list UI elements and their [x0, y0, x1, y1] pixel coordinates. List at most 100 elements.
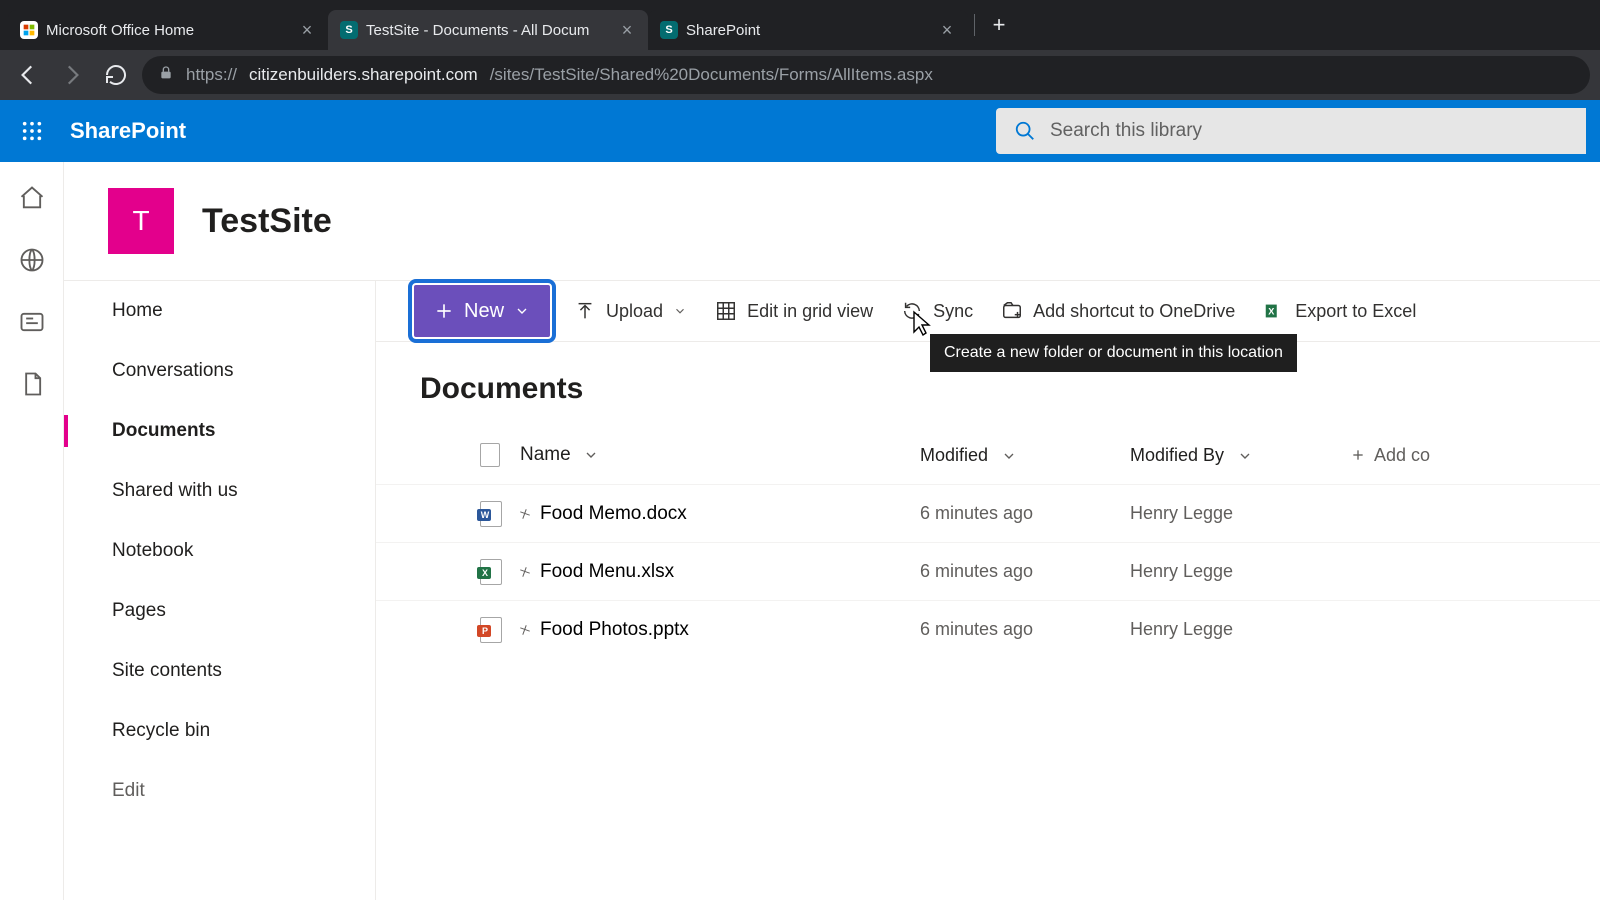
close-icon[interactable]: ×	[938, 21, 956, 39]
table-row[interactable]: W Food Memo.docx 6 minutes ago Henry Leg…	[376, 484, 1600, 542]
back-button[interactable]	[10, 57, 46, 93]
globe-icon[interactable]	[18, 246, 46, 274]
export-excel-button[interactable]: X Export to Excel	[1259, 300, 1420, 322]
new-button-tooltip: Create a new folder or document in this …	[930, 334, 1297, 372]
new-indicator-icon	[520, 509, 530, 519]
grid-icon	[715, 300, 737, 322]
new-indicator-icon	[520, 625, 530, 635]
upload-icon	[574, 300, 596, 322]
browser-tab-strip: Microsoft Office Home × S TestSite - Doc…	[0, 0, 1600, 50]
url-input[interactable]: https:// citizenbuilders.sharepoint.com/s…	[142, 56, 1590, 94]
search-placeholder: Search this library	[1050, 120, 1202, 142]
close-icon[interactable]: ×	[618, 21, 636, 39]
new-button[interactable]: New	[414, 285, 550, 337]
add-column-label: Add co	[1374, 445, 1430, 466]
column-label: Modified	[920, 445, 988, 465]
nav-edit-link[interactable]: Edit	[64, 761, 375, 821]
left-navigation: Home Conversations Documents Shared with…	[64, 280, 376, 900]
url-host: citizenbuilders.sharepoint.com	[249, 65, 478, 85]
suite-bar: SharePoint Search this library	[0, 100, 1600, 162]
lock-icon	[158, 65, 174, 86]
nav-item-recycle-bin[interactable]: Recycle bin	[64, 701, 375, 761]
column-label: Modified By	[1130, 445, 1224, 465]
search-box[interactable]: Search this library	[996, 108, 1586, 154]
tab-title: TestSite - Documents - All Docum	[366, 22, 610, 39]
table-row[interactable]: P Food Photos.pptx 6 minutes ago Henry L…	[376, 600, 1600, 658]
home-icon[interactable]	[18, 184, 46, 212]
modified-by-value[interactable]: Henry Legge	[1130, 503, 1350, 524]
column-header-name[interactable]: Name	[520, 444, 920, 466]
site-title[interactable]: TestSite	[202, 202, 332, 241]
upload-button[interactable]: Upload	[570, 300, 691, 322]
table-row[interactable]: X Food Menu.xlsx 6 minutes ago Henry Leg…	[376, 542, 1600, 600]
chevron-down-icon	[514, 303, 530, 319]
file-name[interactable]: Food Menu.xlsx	[540, 561, 674, 583]
column-header-modified-by[interactable]: Modified By	[1130, 445, 1350, 466]
files-icon[interactable]	[18, 370, 46, 398]
tab-title: Microsoft Office Home	[46, 22, 290, 39]
file-name[interactable]: Food Memo.docx	[540, 503, 687, 525]
excel-icon: X	[1263, 300, 1285, 322]
site-header: T TestSite	[64, 162, 1600, 280]
word-file-icon: W	[480, 501, 502, 527]
file-icon	[480, 443, 500, 467]
nav-item-documents[interactable]: Documents	[64, 401, 375, 461]
modified-by-value[interactable]: Henry Legge	[1130, 561, 1350, 582]
modified-value: 6 minutes ago	[920, 503, 1130, 524]
browser-tab[interactable]: Microsoft Office Home ×	[8, 10, 328, 50]
favicon-icon: S	[660, 21, 678, 39]
suite-product-name[interactable]: SharePoint	[70, 118, 186, 144]
nav-item-shared-with-us[interactable]: Shared with us	[64, 461, 375, 521]
site-logo-tile[interactable]: T	[108, 188, 174, 254]
modified-by-value[interactable]: Henry Legge	[1130, 619, 1350, 640]
new-button-label: New	[464, 300, 504, 323]
app-launcher-button[interactable]	[14, 113, 50, 149]
favicon-icon: S	[340, 21, 358, 39]
add-column-button[interactable]: Add co	[1350, 445, 1430, 466]
chevron-down-icon	[1001, 448, 1017, 464]
edit-grid-label: Edit in grid view	[747, 301, 873, 322]
file-name[interactable]: Food Photos.pptx	[540, 619, 689, 641]
edit-grid-button[interactable]: Edit in grid view	[711, 300, 877, 322]
sync-label: Sync	[933, 301, 973, 322]
excel-file-icon: X	[480, 559, 502, 585]
reload-button[interactable]	[98, 57, 134, 93]
export-label: Export to Excel	[1295, 301, 1416, 322]
new-tab-button[interactable]: +	[981, 7, 1017, 43]
document-list: Name Modified Modified By	[376, 426, 1600, 658]
url-path: /sites/TestSite/Shared%20Documents/Forms…	[490, 65, 933, 85]
favicon-icon	[20, 21, 38, 39]
forward-button[interactable]	[54, 57, 90, 93]
svg-text:X: X	[1268, 307, 1275, 317]
sync-button[interactable]: Sync	[897, 300, 977, 322]
modified-value: 6 minutes ago	[920, 619, 1130, 640]
column-header-modified[interactable]: Modified	[920, 445, 1130, 466]
nav-item-conversations[interactable]: Conversations	[64, 341, 375, 401]
url-scheme: https://	[186, 65, 237, 85]
modified-value: 6 minutes ago	[920, 561, 1130, 582]
browser-tab[interactable]: S TestSite - Documents - All Docum ×	[328, 10, 648, 50]
filetype-header[interactable]	[480, 443, 520, 467]
plus-icon	[434, 301, 454, 321]
nav-item-pages[interactable]: Pages	[64, 581, 375, 641]
sync-icon	[901, 300, 923, 322]
browser-tab[interactable]: S SharePoint ×	[648, 10, 968, 50]
shortcut-icon	[1001, 300, 1023, 322]
add-shortcut-label: Add shortcut to OneDrive	[1033, 301, 1235, 322]
nav-item-home[interactable]: Home	[64, 281, 375, 341]
new-indicator-icon	[520, 567, 530, 577]
chevron-down-icon	[1237, 448, 1253, 464]
news-icon[interactable]	[18, 308, 46, 336]
search-icon	[1014, 120, 1036, 142]
command-bar: New Upload Edit in grid view S	[376, 280, 1600, 342]
add-shortcut-button[interactable]: Add shortcut to OneDrive	[997, 300, 1239, 322]
close-icon[interactable]: ×	[298, 21, 316, 39]
nav-item-site-contents[interactable]: Site contents	[64, 641, 375, 701]
upload-label: Upload	[606, 301, 663, 322]
chevron-down-icon	[583, 447, 599, 463]
nav-item-notebook[interactable]: Notebook	[64, 521, 375, 581]
global-nav-rail	[0, 162, 64, 900]
tab-title: SharePoint	[686, 22, 930, 39]
address-bar: https:// citizenbuilders.sharepoint.com/s…	[0, 50, 1600, 100]
powerpoint-file-icon: P	[480, 617, 502, 643]
